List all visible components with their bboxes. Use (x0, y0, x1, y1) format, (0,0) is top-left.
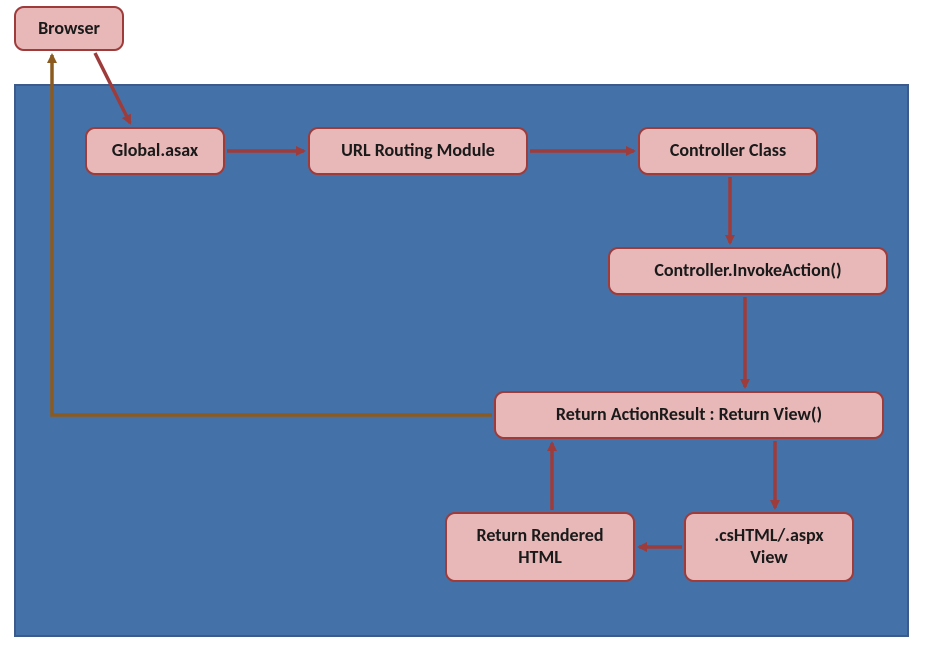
label-global-asax: Global.asax (112, 140, 198, 162)
node-return-rendered: Return Rendered HTML (445, 512, 635, 582)
node-controller-class: Controller Class (638, 127, 818, 175)
label-return-rendered: Return Rendered HTML (461, 525, 619, 568)
label-invoke-action: Controller.InvokeAction() (654, 260, 841, 282)
node-global-asax: Global.asax (85, 127, 225, 175)
label-url-routing: URL Routing Module (341, 140, 495, 162)
node-browser: Browser (14, 6, 124, 51)
node-return-actionresult: Return ActionResult : Return View() (494, 391, 884, 439)
node-url-routing: URL Routing Module (308, 127, 528, 175)
label-cshtml-view: .csHTML/.aspx View (700, 525, 838, 568)
label-return-actionresult: Return ActionResult : Return View() (556, 404, 822, 426)
label-controller-class: Controller Class (670, 140, 786, 162)
node-cshtml-view: .csHTML/.aspx View (684, 512, 854, 582)
label-browser: Browser (38, 18, 100, 40)
node-invoke-action: Controller.InvokeAction() (608, 247, 888, 295)
